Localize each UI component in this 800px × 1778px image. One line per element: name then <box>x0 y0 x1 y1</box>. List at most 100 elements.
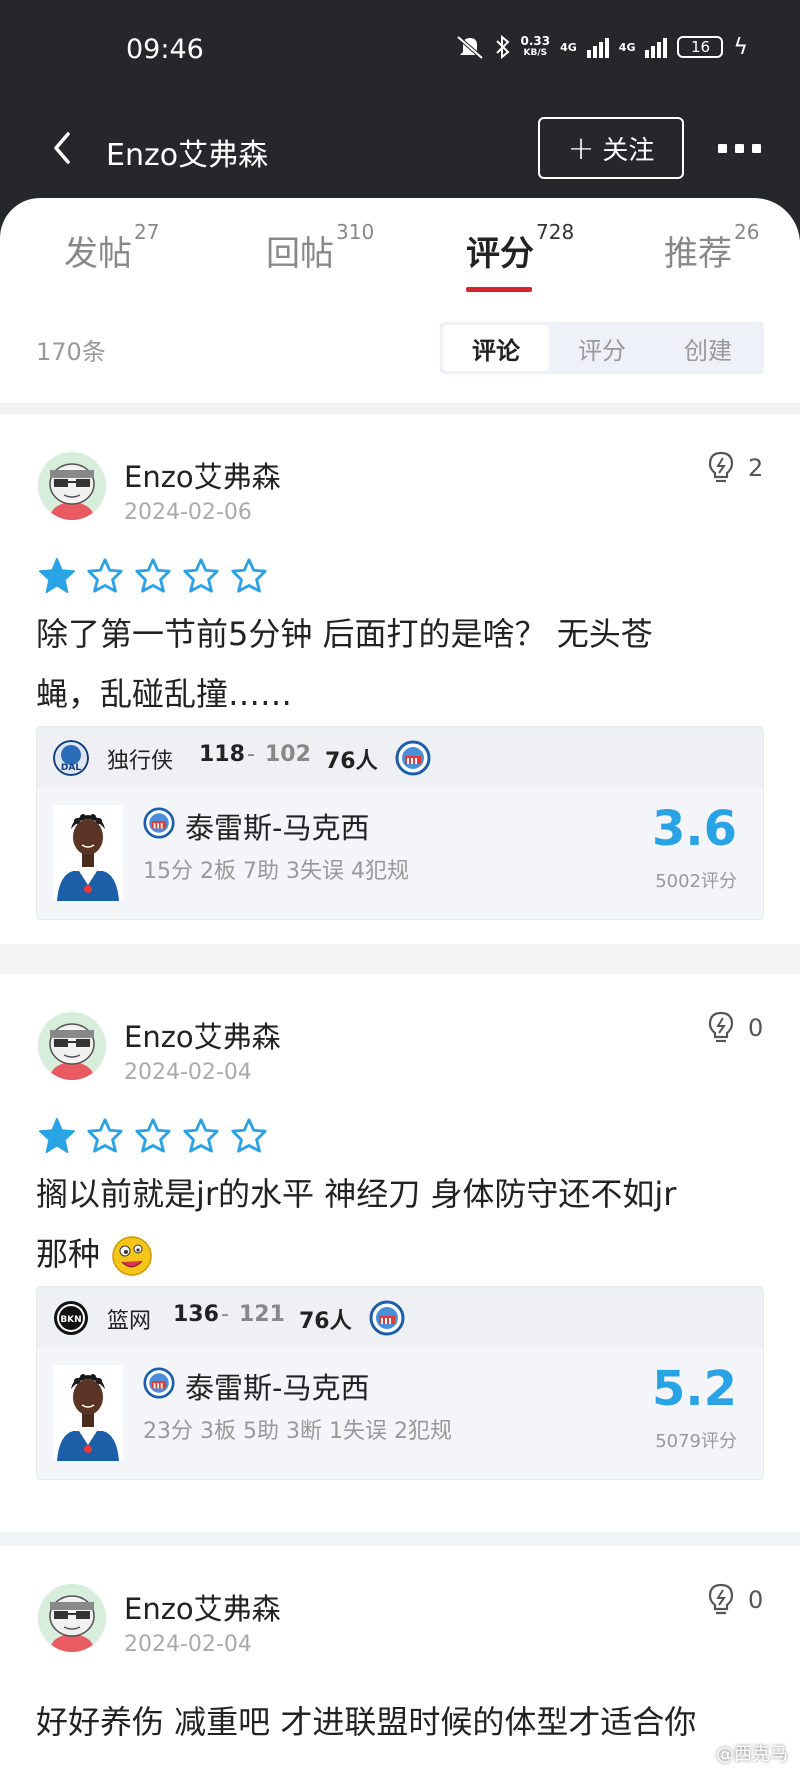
tab-label: 回帖 <box>266 234 334 274</box>
bluetooth-icon <box>495 34 509 60</box>
player-stats: 23分 3板 5助 3断 1失误 2犯规 <box>143 1419 452 1444</box>
team1-score: 118 <box>199 742 245 767</box>
star-empty-icon <box>230 556 268 594</box>
like-count: 2 <box>748 454 764 482</box>
team1-name: 独行侠 <box>107 749 174 774</box>
comment-line: 除了第一节前5分钟 后面打的是啥？ 无头苍 <box>36 615 653 653</box>
nets-logo-icon <box>53 1300 89 1336</box>
lightbulb-icon[interactable] <box>704 1582 738 1616</box>
active-tab-indicator <box>466 287 532 292</box>
like-count: 0 <box>748 1014 764 1042</box>
score-separator: - <box>221 1302 229 1327</box>
follow-button[interactable]: + 关注 <box>538 117 684 179</box>
filter-ratings[interactable]: 评分 <box>549 325 655 371</box>
post-date: 2024-02-04 <box>124 1060 252 1085</box>
comment-line: 好好养伤 减重吧 才进联盟时候的体型才适合你 <box>36 1703 697 1741</box>
lightbulb-icon[interactable] <box>704 1010 738 1044</box>
tab-replies[interactable]: 回帖310 <box>266 220 374 275</box>
comment-line-with-emoji: 那种 <box>36 1224 766 1284</box>
username[interactable]: Enzo艾弗森 <box>124 1586 281 1628</box>
net2-label: 4G <box>618 40 636 54</box>
rating-count: 5079评分 <box>655 1431 737 1452</box>
star-empty-icon <box>134 556 172 594</box>
player-name: 泰雷斯-马克西 <box>185 811 370 845</box>
score-separator: - <box>247 742 255 767</box>
star-filled-icon <box>38 1116 76 1154</box>
network-speed: 0.33 KB/S <box>521 35 551 59</box>
76ers-logo-icon <box>369 1300 405 1336</box>
player-photo <box>53 1365 123 1461</box>
tab-posts[interactable]: 发帖27 <box>64 220 159 275</box>
star-rating <box>38 556 268 594</box>
back-arrow-icon[interactable] <box>44 128 84 168</box>
tab-label: 发帖 <box>64 234 132 274</box>
comment-text: 搁以前就是jr的水平 神经刀 身体防守还不如jr 那种 <box>36 1164 766 1284</box>
page-title: Enzo艾弗森 <box>106 138 269 173</box>
tab-ratings[interactable]: 评分728 <box>466 220 574 275</box>
tab-label: 推荐 <box>664 234 732 274</box>
status-time: 09:46 <box>126 34 204 65</box>
team1-score: 136 <box>173 1302 219 1327</box>
net-speed-value: 0.33 <box>520 34 551 48</box>
star-empty-icon <box>182 1116 220 1154</box>
post-card[interactable]: Enzo艾弗森 2024-02-04 0 好好养伤 减重吧 才进联盟时候的体型才… <box>0 1546 800 1778</box>
post-date: 2024-02-04 <box>124 1632 252 1657</box>
player-rating: 5.2 <box>651 1361 737 1417</box>
game-score-header: 独行侠 118 - 102 76人 <box>37 727 763 787</box>
status-icons: 0.33 KB/S 4G 4G 16 ϟ <box>455 34 748 60</box>
comment-text: 除了第一节前5分钟 后面打的是啥？ 无头苍 蝇，乱碰乱撞…… <box>36 604 766 724</box>
star-rating <box>38 1116 268 1154</box>
team2-score: 102 <box>265 742 311 767</box>
post-date: 2024-02-06 <box>124 500 252 525</box>
player-name: 泰雷斯-马克西 <box>185 1371 370 1405</box>
tab-count: 728 <box>536 219 575 244</box>
player-stats: 15分 2板 7助 3失误 4犯规 <box>143 859 409 884</box>
comment-line: 搁以前就是jr的水平 神经刀 身体防守还不如jr <box>36 1175 677 1213</box>
star-empty-icon <box>86 1116 124 1154</box>
game-rating-card[interactable]: 篮网 136 - 121 76人 泰雷斯-马克西 23分 3板 5助 3断 1失… <box>36 1286 764 1480</box>
mavericks-logo-icon <box>53 740 89 776</box>
filter-segmented-control: 评论 评分 创建 <box>440 322 764 374</box>
like-count: 0 <box>748 1586 764 1614</box>
charging-icon: ϟ <box>733 34 748 60</box>
lightbulb-icon[interactable] <box>704 450 738 484</box>
net1-label: 4G <box>560 40 577 54</box>
star-empty-icon <box>134 1116 172 1154</box>
star-empty-icon <box>86 556 124 594</box>
plus-icon: + <box>567 129 595 167</box>
net-speed-unit: KB/S <box>523 48 548 58</box>
avatar[interactable] <box>38 1584 106 1652</box>
star-filled-icon <box>38 556 76 594</box>
username[interactable]: Enzo艾弗森 <box>124 1014 281 1056</box>
signal-1-icon <box>586 36 609 58</box>
tab-count: 27 <box>134 219 160 244</box>
result-count: 170条 <box>36 338 106 366</box>
game-rating-card[interactable]: 独行侠 118 - 102 76人 泰雷斯-马克西 15分 2板 7助 3失误 … <box>36 726 764 920</box>
avatar[interactable] <box>38 1012 106 1080</box>
emoji-icon <box>112 1236 152 1276</box>
comment-text: 好好养伤 减重吧 才进联盟时候的体型才适合你 <box>36 1692 766 1752</box>
player-rating: 3.6 <box>651 801 737 857</box>
more-options-icon[interactable] <box>718 136 768 160</box>
follow-label: 关注 <box>602 135 655 166</box>
comment-line: 蝇，乱碰乱撞…… <box>36 675 293 713</box>
filter-created[interactable]: 创建 <box>655 325 761 371</box>
mute-bell-icon <box>456 35 483 60</box>
comment-line: 那种 <box>36 1235 101 1273</box>
username[interactable]: Enzo艾弗森 <box>124 454 281 496</box>
post-card[interactable]: Enzo艾弗森 2024-02-04 0 搁以前就是jr的水平 神经刀 身体防守… <box>0 974 800 1532</box>
player-photo <box>53 805 123 901</box>
tab-count: 310 <box>336 219 375 244</box>
avatar[interactable] <box>38 452 106 520</box>
tab-count: 26 <box>734 219 760 244</box>
rating-count: 5002评分 <box>655 871 737 892</box>
watermark: @西克马 <box>716 1744 788 1765</box>
game-score-header: 篮网 136 - 121 76人 <box>37 1287 763 1347</box>
76ers-logo-icon <box>395 740 431 776</box>
star-empty-icon <box>230 1116 268 1154</box>
post-card[interactable]: Enzo艾弗森 2024-02-06 2 除了第一节前5分钟 后面打的是啥？ 无… <box>0 414 800 944</box>
filter-comments[interactable]: 评论 <box>443 325 549 371</box>
tab-recommended[interactable]: 推荐26 <box>664 220 759 275</box>
tabs-panel: 发帖27 回帖310 评分728 推荐26 170条 评论 评分 创建 <box>0 198 800 403</box>
team2-name: 76人 <box>299 1309 352 1334</box>
